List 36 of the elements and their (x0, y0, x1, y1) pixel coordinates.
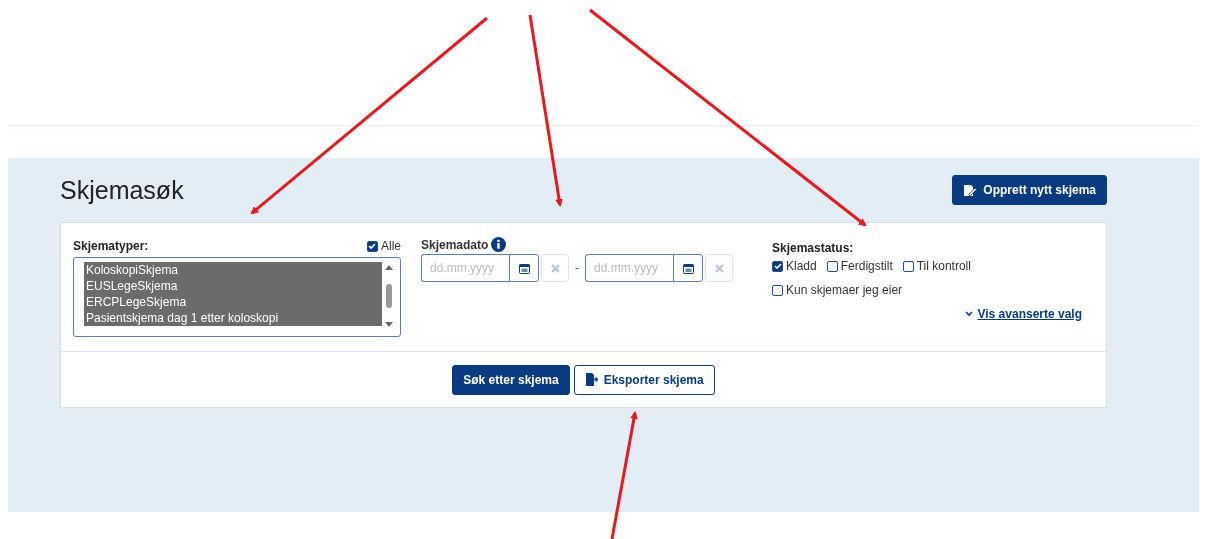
form-type-listbox[interactable]: KoloskopiSkjema EUSLegeSkjema ERCPLegeSkjema Pasientskjema dag 1 etter koloskopi (73, 257, 401, 337)
calendar-button[interactable] (673, 254, 703, 282)
chevron-down-icon (965, 311, 974, 317)
list-option[interactable]: EUSLegeSkjema (84, 278, 382, 294)
close-icon (550, 263, 560, 273)
checkbox[interactable] (367, 240, 378, 252)
field-label: Skjematyper: (73, 239, 149, 253)
export-icon (584, 373, 598, 386)
create-form-button[interactable]: Opprett nytt skjema (952, 175, 1107, 205)
checkbox-label: Kun skjemaer jeg eier (786, 283, 903, 297)
checkbox[interactable] (772, 260, 783, 272)
search-button[interactable]: Søk etter skjema (452, 364, 570, 395)
calendar-button[interactable] (509, 254, 539, 282)
date-field[interactable]: dd.mm.yyyy (421, 254, 509, 282)
edit-document-icon (963, 183, 978, 197)
close-icon (714, 263, 724, 273)
checkbox-label: Til kontroll (916, 259, 971, 273)
page-title: Skjemasøk (60, 175, 184, 205)
calendar-icon (682, 262, 694, 274)
field-label: Skjemadato (421, 237, 489, 252)
range-separator: - (575, 261, 579, 275)
field-label: Skjemastatus: (772, 241, 855, 255)
checkbox[interactable] (772, 284, 783, 296)
list-option[interactable]: Pasientskjema dag 1 etter koloskopi (84, 310, 382, 326)
export-button[interactable]: Eksporter skjema (573, 364, 715, 395)
checkbox[interactable] (826, 260, 838, 272)
list-option[interactable]: ERCPLegeSkjema (84, 294, 382, 310)
checkbox-label: Alle (381, 239, 401, 253)
advanced-options-link[interactable]: Vis avanserte valg (977, 307, 1082, 321)
info-icon[interactable] (491, 237, 507, 252)
calendar-icon (518, 262, 530, 274)
checkbox[interactable] (902, 260, 914, 272)
checkbox-label: Kladd (786, 259, 817, 273)
list-option[interactable]: KoloskopiSkjema (84, 262, 382, 278)
date-field[interactable]: dd.mm.yyyy (585, 254, 673, 282)
checkbox-label: Ferdigstilt (840, 259, 893, 273)
